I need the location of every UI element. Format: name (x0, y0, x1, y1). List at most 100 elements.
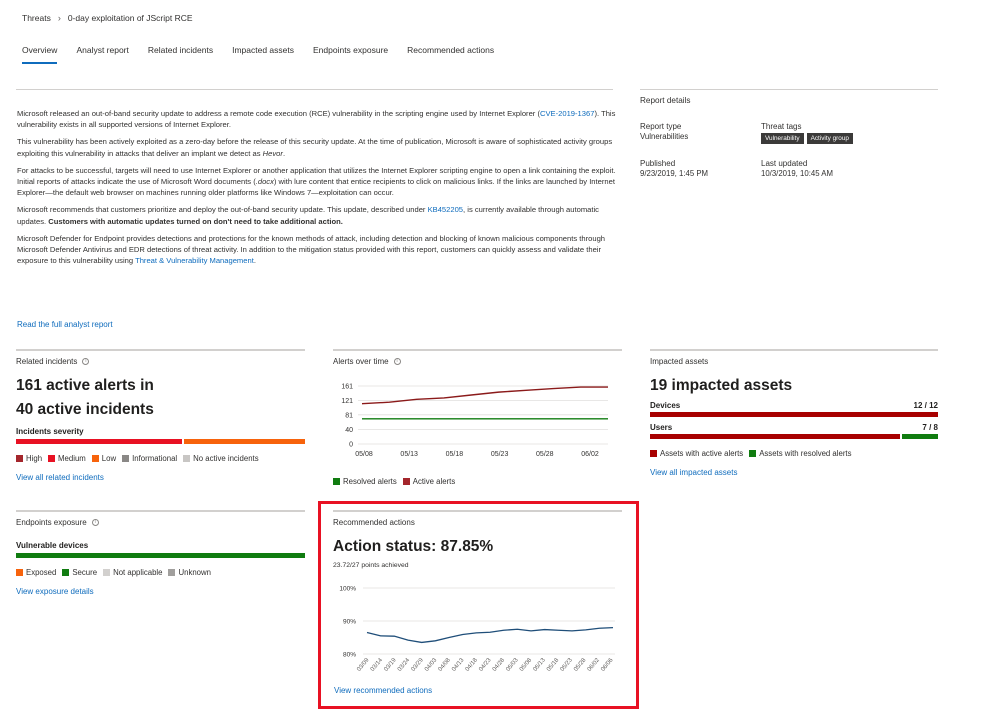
series-line-active-alerts (361, 386, 608, 405)
impacted-assets-title: Impacted assets (650, 357, 709, 366)
tab-endpoints-exposure[interactable]: Endpoints exposure (313, 45, 388, 64)
report-type-block: Report type Vulnerabilities (640, 122, 688, 141)
legend-item: Assets with active alerts (650, 449, 743, 458)
y-tick-label: 161 (341, 384, 353, 391)
card-divider (333, 349, 622, 351)
report-details-title: Report details (640, 96, 691, 105)
tab-recommended-actions[interactable]: Recommended actions (407, 45, 494, 64)
tag-activity-group: Activity group (806, 133, 853, 144)
legend-swatch (333, 478, 340, 485)
users-count: 7 / 8 (922, 423, 938, 432)
related-incidents-card: Related incidents i 161 active alerts in… (16, 349, 305, 482)
x-tick-label: 05/13 (400, 451, 418, 458)
tab-impacted-assets[interactable]: Impacted assets (232, 45, 294, 64)
tab-overview[interactable]: Overview (22, 45, 58, 64)
active-incidents-headline: 40 active incidents (16, 401, 154, 418)
overview-text: Microsoft released an out-of-band securi… (17, 108, 617, 272)
impacted-assets-headline: 19 impacted assets (650, 377, 793, 394)
threat-tags-label: Threat tags (761, 122, 802, 131)
published-value: 9/23/2019, 1:45 PM (640, 169, 709, 178)
impacted-assets-card: Impacted assets 19 impacted assets Devic… (650, 349, 938, 477)
legend-item: No active incidents (183, 454, 259, 463)
users-label: Users (650, 423, 673, 432)
legend-swatch (749, 450, 757, 457)
overview-paragraph: Microsoft recommends that customers prio… (17, 205, 599, 226)
breadcrumb: Threats › 0-day exploitation of JScript … (22, 13, 193, 23)
legend-swatch (402, 478, 410, 485)
legend-swatch (103, 569, 111, 576)
legend-item: Secure (62, 568, 97, 577)
view-related-incidents-link[interactable]: View all related incidents (16, 473, 305, 482)
chevron-right-icon: › (57, 13, 61, 23)
alerts-over-time-title: Alerts over time i (333, 357, 622, 366)
card-divider (650, 349, 938, 351)
card-divider (16, 510, 305, 512)
y-tick-label: 40 (345, 427, 353, 434)
last-updated-label: Last updated (761, 159, 808, 168)
vulnerable-devices-bar (16, 553, 305, 558)
legend-swatch (48, 455, 56, 462)
legend-swatch (16, 455, 23, 462)
tvm-link[interactable]: Threat & Vulnerability Management (135, 256, 254, 265)
legend-item: Medium (48, 454, 86, 463)
legend-item: Low (91, 454, 116, 463)
report-type-value: Vulnerabilities (640, 132, 689, 141)
report-type-label: Report type (640, 122, 682, 131)
published-block: Published 9/23/2019, 1:45 PM (640, 159, 708, 178)
kb-link[interactable]: KB452205 (428, 205, 463, 214)
legend-item: High (16, 454, 42, 463)
vulnerable-devices-label: Vulnerable devices (16, 541, 89, 550)
view-impacted-assets-link[interactable]: View all impacted assets (650, 468, 938, 477)
info-icon[interactable]: i (82, 358, 90, 365)
users-bar-active (650, 434, 901, 439)
view-exposure-details-link[interactable]: View exposure details (16, 587, 305, 596)
legend-item: Assets with resolved alerts (749, 449, 852, 458)
devices-bar (650, 412, 938, 417)
overview-paragraph: Microsoft released an out-of-band securi… (17, 109, 616, 130)
cve-link[interactable]: CVE-2019-1367 (540, 109, 594, 118)
users-bar-resolved (902, 434, 938, 439)
legend-item: Informational (122, 454, 177, 463)
endpoints-exposure-card: Endpoints exposure i Vulnerable devices … (16, 510, 305, 596)
divider (640, 89, 938, 90)
x-tick-label: 06/02 (581, 451, 599, 458)
breadcrumb-current: 0-day exploitation of JScript RCE (67, 13, 193, 23)
last-updated-value: 10/3/2019, 10:45 AM (761, 169, 833, 178)
alerts-legend: Resolved alerts Active alerts (333, 477, 455, 486)
last-updated-block: Last updated 10/3/2019, 10:45 AM (761, 159, 833, 178)
legend-item: Resolved alerts (333, 477, 397, 486)
users-bar (650, 434, 938, 439)
legend-swatch (16, 569, 23, 576)
legend-swatch (183, 455, 191, 462)
info-icon[interactable]: i (393, 358, 401, 365)
overview-paragraph: For attacks to be successful, targets wi… (17, 165, 616, 198)
legend-item: Not applicable (103, 568, 162, 577)
y-tick-label: 81 (345, 412, 353, 419)
breadcrumb-threats-link[interactable]: Threats (22, 13, 51, 23)
card-divider (16, 349, 305, 351)
users-row: Users 7 / 8 (650, 423, 938, 432)
highlight-box (318, 501, 639, 709)
devices-count: 12 / 12 (913, 401, 938, 410)
legend-swatch (62, 569, 70, 576)
info-icon[interactable]: i (91, 519, 99, 526)
tab-bar: Overview Analyst report Related incident… (22, 45, 494, 64)
published-label: Published (640, 159, 676, 168)
severity-legend: High Medium Low Informational No active … (16, 454, 305, 463)
overview-paragraph: This vulnerability has been actively exp… (17, 137, 613, 158)
x-tick-label: 05/18 (446, 451, 464, 458)
y-tick-label: 0 (349, 442, 353, 449)
endpoints-exposure-title: Endpoints exposure i (16, 518, 305, 527)
y-tick-label: 121 (341, 398, 353, 405)
devices-bar-active (650, 412, 938, 417)
alerts-over-time-chart: 0 40 81 121 161 05/08 05/13 05/18 05/23 05/28 06/0… (341, 384, 608, 458)
tab-related-incidents[interactable]: Related incidents (148, 45, 213, 64)
read-full-report-link[interactable]: Read the full analyst report (17, 320, 113, 329)
tab-analyst-report[interactable]: Analyst report (76, 45, 128, 64)
devices-label: Devices (650, 401, 681, 410)
legend-item: Active alerts (402, 477, 455, 486)
legend-swatch (91, 455, 99, 462)
exposure-legend: Exposed Secure Not applicable Unknown (16, 568, 305, 577)
alerts-over-time-card: Alerts over time i (333, 349, 622, 366)
active-alerts-headline: 161 active alerts in (16, 377, 154, 394)
